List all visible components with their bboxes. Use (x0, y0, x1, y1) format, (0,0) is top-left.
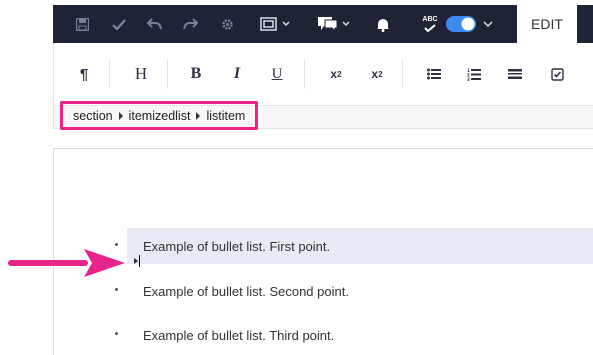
bell-icon[interactable] (373, 5, 393, 43)
redo-icon[interactable] (181, 5, 199, 43)
annotation-arrow-icon (8, 249, 125, 277)
breadcrumb-item-listitem[interactable]: listitem (206, 109, 245, 123)
definition-list-icon[interactable] (507, 63, 523, 85)
italic-button[interactable]: I (229, 63, 245, 85)
separator (109, 59, 110, 89)
numbered-list-icon[interactable]: 123 (466, 63, 482, 85)
editor-screen: ABC EDIT ¶ H B I U x2 x2 123 section ite… (0, 0, 593, 355)
svg-text:3: 3 (467, 77, 470, 81)
list-item[interactable]: Example of bullet list. Second point. (143, 284, 349, 299)
chevron-down-icon[interactable] (481, 5, 495, 43)
checklist-icon[interactable] (549, 63, 565, 85)
list-item[interactable]: Example of bullet list. Third point. (143, 328, 334, 343)
superscript-button[interactable]: x2 (326, 63, 346, 85)
breadcrumb-separator-icon (196, 111, 201, 120)
tab-edit[interactable]: EDIT (517, 5, 577, 43)
check-icon[interactable] (110, 5, 128, 43)
subscript-mark: 2 (378, 69, 383, 79)
bold-button[interactable]: B (188, 63, 204, 85)
spellcheck-badge: ABC (422, 16, 438, 23)
save-icon[interactable] (73, 5, 91, 43)
cursor-marker-icon (134, 258, 138, 264)
breadcrumb-item-itemizedlist[interactable]: itemizedlist (129, 109, 191, 123)
breadcrumb: section itemizedlist listitem (60, 101, 258, 130)
underline-button[interactable]: U (269, 63, 285, 85)
toggle-switch[interactable] (444, 5, 478, 43)
spellcheck-icon[interactable]: ABC (421, 5, 439, 43)
superscript-base: x (330, 67, 338, 81)
subscript-base: x (371, 67, 379, 81)
separator (402, 59, 403, 89)
comments-icon[interactable] (316, 5, 356, 43)
superscript-mark: 2 (337, 69, 342, 79)
gear-icon[interactable] (218, 5, 236, 43)
main-toolbar: ABC (53, 5, 593, 43)
paragraph-button[interactable]: ¶ (76, 63, 92, 85)
breadcrumb-item-section[interactable]: section (73, 109, 113, 123)
undo-icon[interactable] (145, 5, 163, 43)
bullet-list-icon[interactable] (426, 63, 442, 85)
fullscreen-icon[interactable] (258, 5, 296, 43)
breadcrumb-separator-icon (118, 111, 123, 120)
list-item[interactable]: Example of bullet list. First point. (143, 239, 330, 254)
subscript-button[interactable]: x2 (367, 63, 387, 85)
separator (167, 59, 168, 89)
bullet-icon (115, 243, 118, 246)
bullet-icon (115, 288, 118, 291)
heading-button[interactable]: H (132, 63, 150, 85)
separator (304, 59, 305, 89)
text-caret (139, 255, 140, 267)
bullet-icon (115, 332, 118, 335)
format-toolbar: ¶ H B I U x2 x2 123 (53, 43, 593, 105)
